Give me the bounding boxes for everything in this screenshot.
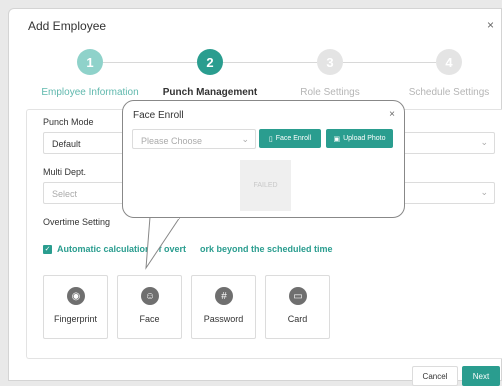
next-button[interactable]: Next [462,366,500,386]
method-label: Password [203,314,244,324]
method-password-card[interactable]: # Password [191,275,256,339]
popup-title: Face Enroll [133,110,184,121]
auto-calc-checkbox[interactable]: ✓ [43,245,52,254]
method-label: Card [287,314,308,324]
step-4-circle[interactable]: 4 [436,49,462,75]
face-preview-box: FAILED [240,160,291,211]
chevron-down-icon: ⌄ [480,137,488,147]
face-enroll-button[interactable]: ▯ Face Enroll [259,129,321,148]
step-2-label[interactable]: Punch Management [163,87,257,98]
fingerprint-icon: ◉ [67,287,85,305]
image-icon: ▣ [333,135,341,143]
step-4-label[interactable]: Schedule Settings [409,87,490,98]
punch-mode-label: Punch Mode [43,117,94,127]
steps-bar: 1 2 3 4 Employee Information Punch Manag… [9,45,502,105]
face-icon: ☺ [141,287,159,305]
step-2-circle[interactable]: 2 [197,49,223,75]
password-icon: # [215,287,233,305]
step-3-label[interactable]: Role Settings [300,87,359,98]
card-icon: ▭ [289,287,307,305]
auto-calc-text: Automatic calculation of overt ork beyond… [57,244,333,254]
enroll-device-select[interactable]: Please Choose ⌄ [132,129,256,149]
enroll-device-placeholder: Please Choose [141,136,203,146]
face-enroll-label: Face Enroll [275,135,312,142]
step-connector [103,62,197,63]
punch-mode-value: Default [52,139,81,149]
dialog-close-icon[interactable]: × [487,18,494,32]
method-label: Face [139,314,160,324]
upload-photo-label: Upload Photo [343,135,386,142]
enroll-status-text: FAILED [253,182,278,189]
auto-calc-text-tail: ork beyond the scheduled time [200,244,333,254]
multi-dept-label: Multi Dept. [43,167,87,177]
face-enroll-popup: Face Enroll × Please Choose ⌄ ▯ Face Enro… [122,100,405,218]
chevron-down-icon: ⌄ [241,134,249,144]
dialog-title: Add Employee [28,19,107,33]
step-3-circle[interactable]: 3 [317,49,343,75]
method-face-card[interactable]: ☺ Face [117,275,182,339]
step-connector [343,62,436,63]
method-fingerprint-card[interactable]: ◉ Fingerprint [43,275,108,339]
method-card-card[interactable]: ▭ Card [265,275,330,339]
auto-calc-text-head: Automatic calculation of overt [57,244,187,254]
chevron-down-icon: ⌄ [480,187,488,197]
step-connector [223,62,317,63]
face-enroll-icon: ▯ [268,135,273,143]
method-label: Fingerprint [53,314,98,324]
cancel-button[interactable]: Cancel [412,366,458,386]
multi-dept-value: Select [52,189,78,199]
popup-close-icon[interactable]: × [389,109,395,120]
overtime-label: Overtime Setting [43,217,111,227]
step-1-circle[interactable]: 1 [77,49,103,75]
upload-photo-button[interactable]: ▣ Upload Photo [326,129,393,148]
step-1-label[interactable]: Employee Information [41,87,138,98]
